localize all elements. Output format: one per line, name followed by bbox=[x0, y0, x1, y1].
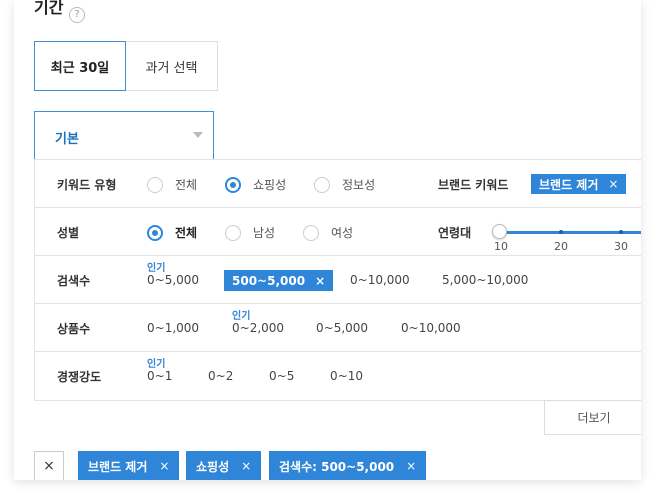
section-title: 기간 bbox=[34, 0, 64, 17]
applied-tag-brand[interactable]: 브랜드 제거 × bbox=[78, 451, 180, 480]
radio-keyword-info[interactable]: 정보성 bbox=[314, 176, 375, 193]
preset-select-value: 기본 bbox=[55, 132, 79, 147]
product-count-option[interactable]: 0~5,000 bbox=[316, 321, 368, 335]
age-label: 연령대 bbox=[438, 226, 472, 240]
radio-keyword-shopping[interactable]: 쇼핑성 bbox=[225, 176, 286, 193]
competition-option[interactable]: 0~5 bbox=[269, 369, 294, 383]
popular-badge: 인기 bbox=[147, 359, 166, 370]
tag-label: 쇼핑성 bbox=[196, 459, 230, 474]
filter-row-product-count: 상품수 0~1,000 인기 0~2,000 0~5,000 0~10,000 bbox=[35, 304, 641, 352]
radio-label: 남성 bbox=[253, 226, 276, 240]
filter-row-competition: 경쟁강도 인기 0~1 0~2 0~5 0~10 bbox=[35, 352, 641, 400]
radio-keyword-all[interactable]: 전체 bbox=[147, 176, 197, 193]
radio-gender-all[interactable]: 전체 bbox=[147, 224, 197, 241]
product-count-option[interactable]: 0~1,000 bbox=[147, 321, 199, 335]
popular-badge: 인기 bbox=[232, 311, 251, 322]
keyword-type-label: 키워드 유형 bbox=[57, 178, 117, 192]
close-icon[interactable]: × bbox=[241, 459, 251, 473]
filter-table: 키워드 유형 전체 쇼핑성 정보성 브랜드 키워드 브랜드 제거 × 성별 전체… bbox=[34, 159, 641, 401]
filter-row-gender: 성별 전체 남성 여성 연령대 10 20 30 bbox=[35, 208, 641, 256]
radio-label: 전체 bbox=[175, 178, 198, 192]
radio-gender-female[interactable]: 여성 bbox=[303, 224, 353, 241]
info-icon[interactable]: ? bbox=[69, 7, 85, 23]
applied-tag-shopping[interactable]: 쇼핑성 × bbox=[186, 451, 262, 480]
search-volume-label: 검색수 bbox=[57, 274, 91, 288]
slider-tick-label: 30 bbox=[614, 240, 628, 253]
tag-label: 브랜드 제거 bbox=[88, 459, 148, 474]
radio-icon bbox=[314, 176, 330, 193]
period-custom-button[interactable]: 과거 선택 bbox=[125, 41, 218, 91]
filter-row-search-volume: 검색수 인기 0~5,000 500~5,000 × 0~10,000 5,00… bbox=[35, 256, 641, 304]
competition-label: 경쟁강도 bbox=[57, 370, 102, 384]
competition-option[interactable]: 0~1 bbox=[147, 369, 172, 383]
product-count-option[interactable]: 0~10,000 bbox=[401, 321, 461, 335]
applied-tag-search-volume[interactable]: 검색수: 500~5,000 × bbox=[269, 451, 427, 480]
product-count-label: 상품수 bbox=[57, 322, 91, 336]
close-icon[interactable]: × bbox=[315, 274, 325, 288]
radio-icon bbox=[303, 224, 319, 241]
tag-label: 검색수: 500~5,000 bbox=[279, 459, 395, 474]
chip-label: 브랜드 제거 bbox=[539, 177, 599, 192]
radio-label: 쇼핑성 bbox=[253, 178, 287, 192]
popular-badge: 인기 bbox=[147, 263, 166, 274]
gender-label: 성별 bbox=[57, 226, 80, 240]
clear-filters-button[interactable]: × bbox=[34, 451, 64, 480]
filter-row-keyword-type: 키워드 유형 전체 쇼핑성 정보성 브랜드 키워드 브랜드 제거 × bbox=[35, 160, 641, 208]
close-icon[interactable]: × bbox=[608, 177, 618, 191]
slider-tick bbox=[559, 230, 563, 234]
period-recent-30-button[interactable]: 최근 30일 bbox=[34, 41, 126, 91]
competition-option[interactable]: 0~2 bbox=[208, 369, 233, 383]
brand-keyword-label: 브랜드 키워드 bbox=[438, 178, 509, 192]
age-slider-handle[interactable] bbox=[492, 224, 507, 239]
slider-tick-label: 10 bbox=[494, 240, 508, 253]
brand-remove-chip[interactable]: 브랜드 제거 × bbox=[531, 174, 627, 194]
close-icon[interactable]: × bbox=[159, 459, 169, 473]
competition-option[interactable]: 0~10 bbox=[330, 369, 363, 383]
filter-panel: 기간 ? 최근 30일 과거 선택 기본 키워드 유형 전체 쇼핑성 정보성 브… bbox=[14, 0, 641, 480]
close-icon[interactable]: × bbox=[406, 459, 416, 473]
search-volume-option[interactable]: 0~10,000 bbox=[350, 273, 410, 287]
search-volume-selected-chip[interactable]: 500~5,000 × bbox=[224, 270, 334, 291]
radio-checked-icon bbox=[225, 176, 241, 193]
product-count-option[interactable]: 0~2,000 bbox=[232, 321, 284, 335]
slider-tick bbox=[619, 230, 623, 234]
radio-checked-icon bbox=[147, 224, 163, 241]
search-volume-option[interactable]: 0~5,000 bbox=[147, 273, 199, 287]
radio-label: 정보성 bbox=[342, 178, 376, 192]
chip-label: 500~5,000 bbox=[232, 273, 306, 288]
radio-icon bbox=[225, 224, 241, 241]
slider-tick-label: 20 bbox=[554, 240, 568, 253]
radio-gender-male[interactable]: 남성 bbox=[225, 224, 275, 241]
search-volume-option[interactable]: 5,000~10,000 bbox=[442, 273, 528, 287]
radio-label: 전체 bbox=[175, 226, 198, 240]
radio-icon bbox=[147, 176, 163, 193]
chevron-down-icon bbox=[193, 132, 203, 138]
preset-select[interactable]: 기본 bbox=[34, 111, 214, 159]
more-button[interactable]: 더보기 bbox=[544, 400, 641, 435]
radio-label: 여성 bbox=[331, 226, 354, 240]
